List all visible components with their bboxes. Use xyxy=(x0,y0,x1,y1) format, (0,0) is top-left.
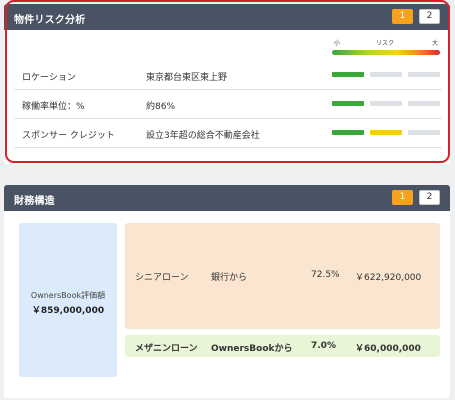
risk-analysis-panel: 物件リスク分析 1 2 小 リスク 大 ロケーション 東京都台東区東上野 稼働率… xyxy=(4,4,450,164)
senior-loan-source: 銀行から xyxy=(211,273,248,283)
senior-loan-block: シニアローン 銀行から 72.5% ￥622,920,000 xyxy=(125,223,440,329)
risk-panel-header: 物件リスク分析 1 2 xyxy=(4,4,450,30)
risk-bar-medium xyxy=(370,101,402,106)
risk-panel-title: 物件リスク分析 xyxy=(14,15,86,26)
senior-loan-amount: ￥622,920,000 xyxy=(355,273,422,283)
valuation-amount: ￥859,000,000 xyxy=(31,306,105,316)
risk-bar-medium xyxy=(370,130,402,135)
risk-row-value: 設立3年超の総合不動産会社 xyxy=(146,131,260,141)
mezzanine-loan-ratio: 7.0% xyxy=(311,341,336,351)
financial-structure-panel: 財務構造 1 2 OwnersBook評価額 ￥859,000,000 シニアロ… xyxy=(4,185,450,398)
valuation-label: OwnersBook評価額 xyxy=(30,291,106,300)
risk-row-value: 約86% xyxy=(146,102,176,112)
mezzanine-loan-source: OwnersBookから xyxy=(211,344,293,354)
risk-bar-low xyxy=(332,101,364,106)
risk-pager: 1 2 xyxy=(392,9,440,24)
risk-page-1-button[interactable]: 1 xyxy=(392,9,413,24)
risk-level-bars xyxy=(332,72,440,77)
risk-page-2-button[interactable]: 2 xyxy=(419,9,440,24)
risk-bar-low xyxy=(332,72,364,77)
risk-bar-high xyxy=(408,130,440,135)
risk-row-sponsor-credit: スポンサー クレジット 設立3年超の総合不動産会社 xyxy=(14,119,442,148)
risk-level-bars xyxy=(332,130,440,135)
risk-scale: 小 リスク 大 xyxy=(332,38,440,58)
risk-level-bars xyxy=(332,101,440,106)
senior-loan-name: シニアローン xyxy=(135,273,189,283)
risk-scale-mid-label: リスク xyxy=(376,40,395,47)
risk-bar-low xyxy=(332,130,364,135)
risk-bar-medium xyxy=(370,72,402,77)
risk-row-occupancy: 稼働率単位：% 約86% xyxy=(14,90,442,119)
finance-page-1-button[interactable]: 1 xyxy=(392,190,413,205)
risk-row-location: ロケーション 東京都台東区東上野 xyxy=(14,61,442,90)
risk-scale-high-label: 大 xyxy=(431,40,438,47)
senior-loan-ratio: 72.5% xyxy=(311,270,340,280)
finance-panel-title: 財務構造 xyxy=(14,196,55,207)
risk-row-label: ロケーション xyxy=(22,73,76,83)
risk-row-value: 東京都台東区東上野 xyxy=(146,73,228,83)
valuation-box: OwnersBook評価額 ￥859,000,000 xyxy=(19,223,117,377)
finance-panel-header: 財務構造 1 2 xyxy=(4,185,450,211)
mezzanine-loan-block: メザニンローン OwnersBookから 7.0% ￥60,000,000 xyxy=(125,335,440,357)
risk-row-label: スポンサー クレジット xyxy=(22,131,115,141)
finance-page-2-button[interactable]: 2 xyxy=(419,190,440,205)
risk-bar-high xyxy=(408,72,440,77)
mezzanine-loan-name: メザニンローン xyxy=(135,344,198,354)
risk-scale-gradient-bar xyxy=(332,50,440,55)
risk-row-label: 稼働率単位：% xyxy=(22,102,85,112)
risk-bar-high xyxy=(408,101,440,106)
finance-pager: 1 2 xyxy=(392,190,440,205)
risk-scale-low-label: 小 xyxy=(334,40,341,47)
mezzanine-loan-amount: ￥60,000,000 xyxy=(355,344,421,354)
